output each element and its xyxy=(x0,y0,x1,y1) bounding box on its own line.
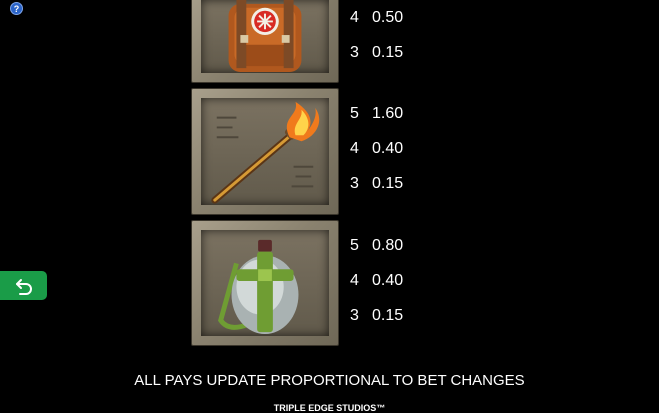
pay-count: 4 xyxy=(350,140,359,157)
canteen-icon xyxy=(218,239,299,335)
symbol-frame-canteen xyxy=(191,220,339,346)
pay-value: 0.50 xyxy=(372,9,404,26)
studio-credit: TRIPLE EDGE STUDIOS™ xyxy=(273,403,386,413)
paytable-canteen-row-2: 4 0.40 xyxy=(350,271,403,291)
paytable-backpack-row-1: 4 0.50 xyxy=(350,8,403,28)
pay-count: 3 xyxy=(350,44,359,61)
pay-count: 4 xyxy=(350,9,359,26)
symbol-frame-torch xyxy=(191,88,339,215)
back-button[interactable] xyxy=(0,271,47,300)
return-arrow-icon xyxy=(15,278,32,295)
pay-value: 0.15 xyxy=(372,44,404,61)
paytable-canteen-row-3: 3 0.15 xyxy=(350,306,403,326)
pay-value: 0.40 xyxy=(372,272,404,289)
pay-count: 4 xyxy=(350,272,359,289)
pay-count: 3 xyxy=(350,307,359,324)
paytable-torch-row-3: 3 0.15 xyxy=(350,174,403,194)
pay-value: 1.60 xyxy=(372,105,404,122)
backpack-icon xyxy=(228,0,302,73)
paytable-backpack-row-2: 3 0.15 xyxy=(350,43,403,63)
pay-value: 0.40 xyxy=(372,140,404,157)
pay-value: 0.15 xyxy=(372,307,404,324)
pay-count: 3 xyxy=(350,175,359,192)
pays-update-note: ALL PAYS UPDATE PROPORTIONAL TO BET CHAN… xyxy=(134,372,525,389)
symbol-frame-backpack xyxy=(191,0,339,83)
torch-icon xyxy=(211,101,320,204)
pay-value: 0.80 xyxy=(372,237,404,254)
pay-value: 0.15 xyxy=(372,175,404,192)
paytable-torch-row-2: 4 0.40 xyxy=(350,139,403,159)
paytable-canteen-row-1: 5 0.80 xyxy=(350,236,403,256)
help-icon[interactable]: ? xyxy=(10,2,23,15)
paytable-torch-row-1: 5 1.60 xyxy=(350,104,403,124)
pay-count: 5 xyxy=(350,105,359,122)
pay-count: 5 xyxy=(350,237,359,254)
